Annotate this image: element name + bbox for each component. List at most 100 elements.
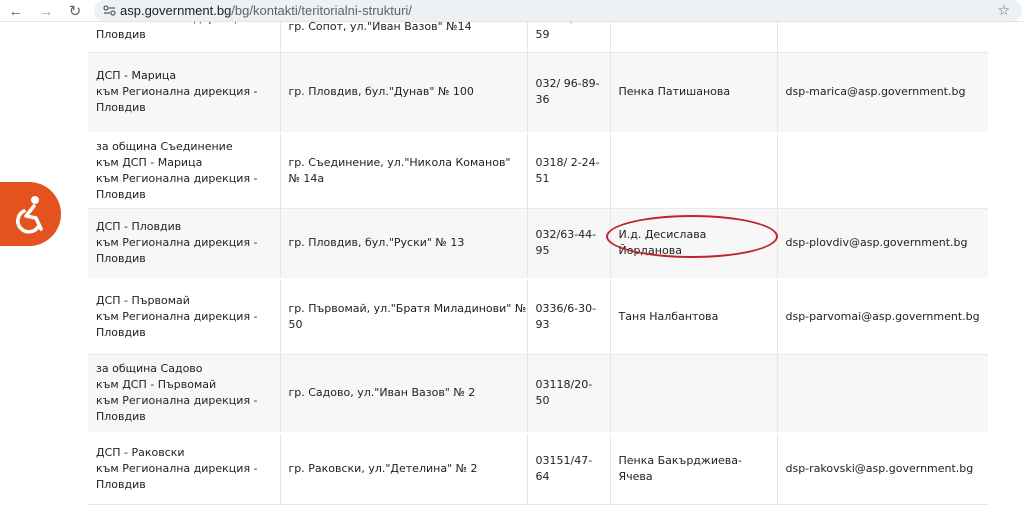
email-link[interactable]: dsp-rakovski@asp.government.bg	[786, 462, 974, 475]
email-link[interactable]: dsp-parvomai@asp.government.bg	[786, 310, 980, 323]
address-cell: гр. Пловдив, бул."Руски" № 13	[279, 208, 527, 280]
phone-cell: 03134/76-59	[526, 22, 610, 53]
office-name-line: Пловдив	[96, 101, 146, 115]
contact-person-text: Пенка Бакърджиева-Ячева	[618, 453, 742, 483]
address-cell: гр. Пловдив, бул."Дунав" № 100	[279, 52, 527, 134]
table-row: за община Садово към ДСП - Първомай към Ре…	[88, 354, 988, 434]
phone-cell: 032/ 96-89- 36	[526, 52, 610, 134]
address-bar[interactable]: asp.government.bg/bg/kontakti/teritorial…	[94, 0, 1022, 21]
office-name-line: Пловдив	[96, 325, 146, 339]
office-name-line: Пловдив	[96, 187, 146, 201]
address-text: гр. Пловдив, бул."Дунав" № 100	[288, 85, 474, 99]
phone-text: 0318/ 2-24-51	[535, 155, 600, 185]
contact-person-cell	[609, 132, 777, 209]
office-name-cell: ДСП - Пловдив към Регионална дирекция - Пл…	[88, 208, 280, 280]
email-cell	[776, 354, 988, 434]
phone-text: 032/63-44-95	[535, 228, 597, 258]
phone-line: 032/ 96-89-	[535, 77, 600, 91]
office-name-line: към Регионална дирекция -	[96, 394, 258, 408]
office-name-cell: ДСП - Марица към Регионална дирекция - Пло…	[88, 52, 280, 134]
office-name-cell: за община Съединение към ДСП - Марица към …	[88, 132, 280, 209]
address-cell: гр. Първомай, ул."Братя Миладинови" № 50	[279, 278, 527, 355]
email-cell: dsp-marica@asp.government.bg	[776, 52, 988, 134]
phone-cell: 0336/6-30-93	[526, 278, 610, 355]
arrow-left-icon: ←	[8, 2, 24, 20]
address-text: гр. Съединение, ул."Никола Команов" № 14…	[288, 155, 511, 185]
contact-person-cell: Пенка Патишанова	[609, 52, 777, 134]
phone-cell: 03151/47-64	[526, 432, 610, 505]
bookmark-star-icon[interactable]: ☆	[997, 0, 1010, 21]
office-name-line: към ДСП - Първомай	[96, 378, 217, 392]
email-cell: dsp-plovdiv@asp.government.bg	[776, 208, 988, 280]
contact-person-cell	[609, 22, 777, 53]
email-cell	[776, 22, 988, 53]
url-path: /bg/kontakti/teritorialni-strukturi/	[231, 3, 412, 18]
phone-text: 03151/47-64	[535, 453, 593, 483]
address-line: гр. Първомай, ул."Братя Миладинови" №	[288, 301, 527, 315]
office-name-line: към Регионална дирекция -	[96, 309, 258, 323]
contact-person-cell: И.д. Десислава Йорданова	[605, 208, 778, 280]
structures-table: към Регионална дирекция -Пловдивгр. Сопо…	[88, 22, 988, 505]
table-row: ДСП - Първомай към Регионална дирекция - П…	[88, 278, 988, 355]
office-name-line: ДСП - Раковски	[96, 445, 185, 459]
office-name-line: ДСП - Пловдив	[96, 220, 182, 234]
contact-person-cell: Пенка Бакърджиева-Ячева	[609, 432, 777, 505]
reload-button[interactable]: ↻	[63, 0, 87, 22]
table-row: към Регионална дирекция -Пловдив гр. Сопо…	[88, 22, 988, 53]
phone-text: 03134/76-59	[535, 22, 593, 41]
office-name-line: ДСП - Първомай	[96, 293, 190, 307]
office-name-line: към ДСП - Марица	[96, 155, 203, 169]
office-name-line: Пловдив	[96, 410, 146, 424]
phone-text: 03118/20-50	[535, 378, 593, 408]
back-button[interactable]: ←	[4, 0, 28, 22]
phone-cell: 03118/20-50	[526, 354, 610, 434]
email-link[interactable]: dsp-plovdiv@asp.government.bg	[786, 236, 968, 249]
email-cell: dsp-parvomai@asp.government.bg	[776, 278, 988, 355]
forward-button[interactable]: →	[34, 0, 58, 22]
accessibility-icon	[15, 196, 43, 234]
address-text: гр. Раковски, ул."Детелина" № 2	[288, 461, 478, 475]
url-text[interactable]: asp.government.bg/bg/kontakti/teritorial…	[120, 3, 412, 18]
office-name-line: ДСП - Марица	[96, 69, 177, 83]
phone-cell: 032/63-44-95	[526, 208, 610, 280]
url-domain: asp.government.bg	[120, 3, 232, 18]
structures-table-container: към Регионална дирекция -Пловдивгр. Сопо…	[88, 22, 988, 527]
office-name-line: за община Съединение	[96, 139, 233, 153]
arrow-right-icon: →	[38, 2, 54, 20]
contact-person-cell	[609, 354, 777, 434]
contact-person-cell: Таня Налбантова	[609, 278, 777, 355]
contact-person-text: Таня Налбантова	[618, 309, 719, 323]
address-cell: гр. Раковски, ул."Детелина" № 2	[279, 432, 527, 505]
office-name-cell: към Регионална дирекция -Пловдив	[88, 22, 280, 53]
phone-text: 0336/6-30-93	[535, 301, 597, 331]
email-cell: dsp-rakovski@asp.government.bg	[776, 432, 988, 505]
office-name-line: към Регионална дирекция -	[96, 236, 258, 250]
office-name-line: към Регионална дирекция -	[96, 85, 258, 99]
table-row: ДСП - Марица към Регионална дирекция - Пло…	[88, 52, 988, 134]
accessibility-button[interactable]	[0, 182, 61, 246]
office-name-line: за община Садово	[96, 362, 203, 376]
address-text: гр. Садово, ул."Иван Вазов" № 2	[288, 386, 476, 400]
email-cell	[776, 132, 988, 209]
phone-cell: 0318/ 2-24-51	[526, 132, 610, 209]
office-name-line: Пловдив	[96, 27, 146, 41]
address-text: гр. Пловдив, бул."Руски" № 13	[288, 236, 465, 250]
office-name-cell: за община Садово към ДСП - Първомай към Ре…	[88, 354, 280, 434]
office-name-line: към Регионална дирекция -	[96, 22, 272, 27]
office-name-line: Пловдив	[96, 252, 146, 266]
table-row: ДСП - Пловдив към Регионална дирекция - Пл…	[88, 208, 988, 280]
browser-toolbar: ← → ↻ asp.government.bg/bg/kontakti/teri…	[0, 0, 1024, 22]
site-settings-icon[interactable]	[98, 0, 120, 21]
email-link[interactable]: dsp-marica@asp.government.bg	[786, 85, 966, 98]
office-name-line: към Регионална дирекция -	[96, 171, 258, 185]
address-line: 50	[288, 317, 303, 331]
office-name-cell: ДСП - Първомай към Регионална дирекция - П…	[88, 278, 280, 355]
address-cell: гр. Садово, ул."Иван Вазов" № 2	[279, 354, 527, 434]
office-name-cell: ДСП - Раковски към Регионална дирекция - П…	[88, 432, 280, 505]
address-cell: гр. Съединение, ул."Никола Команов" № 14…	[279, 132, 527, 209]
reload-icon: ↻	[68, 3, 82, 20]
table-row: ДСП - Раковски към Регионална дирекция - П…	[88, 432, 988, 505]
address-text: гр. Сопот, ул."Иван Вазов" №14	[288, 22, 472, 33]
address-cell: гр. Сопот, ул."Иван Вазов" №14	[279, 22, 527, 53]
office-name-line: Пловдив	[96, 477, 146, 491]
